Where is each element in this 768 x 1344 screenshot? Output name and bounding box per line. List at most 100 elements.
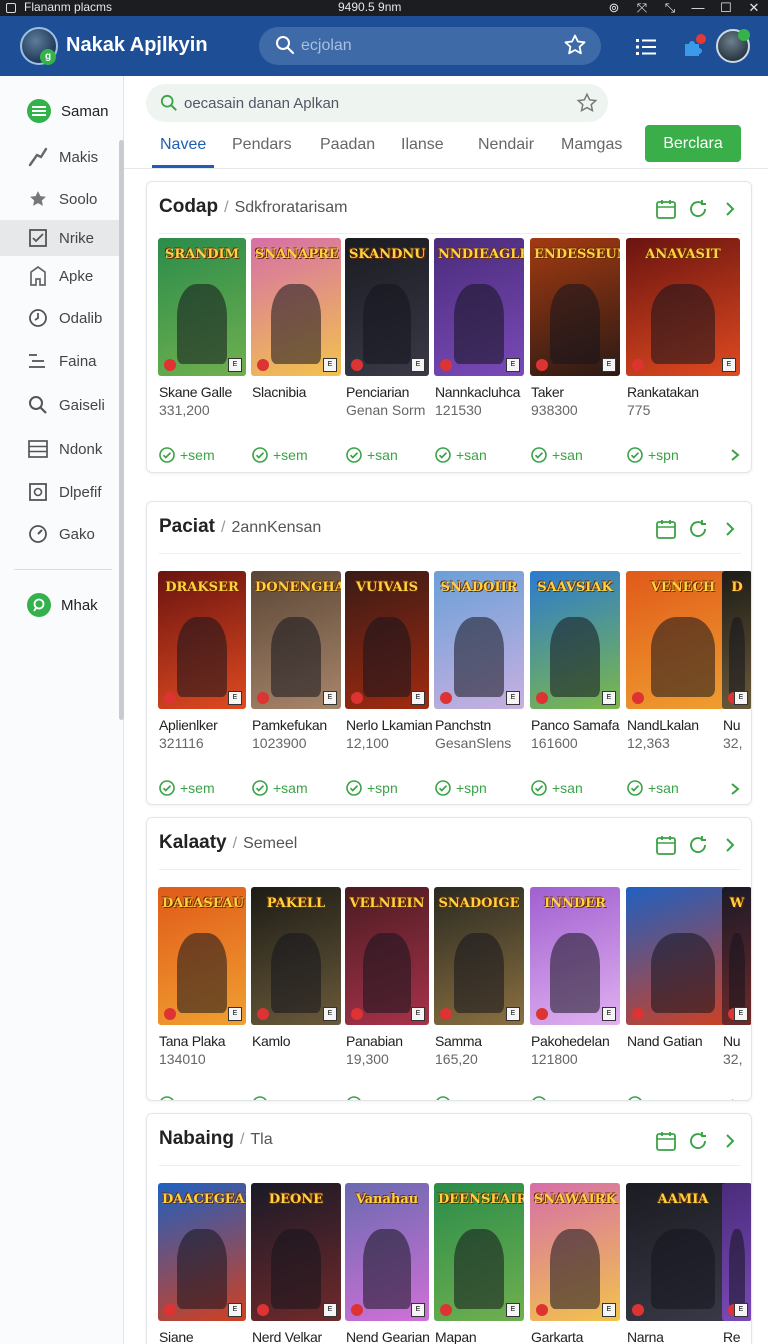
app-cover-art[interactable]: NNDIEAGLKAIN E [434, 238, 524, 376]
app-cover-art[interactable]: SAAVSIAK E [530, 571, 620, 709]
app-name[interactable]: Panchstn [435, 717, 491, 733]
install-button[interactable]: +sam [252, 779, 308, 797]
app-cover-art[interactable]: DAEASEAU E [158, 887, 246, 1025]
chevron-right-icon[interactable] [719, 834, 741, 856]
row-next-chevron[interactable] [729, 448, 741, 462]
app-name[interactable]: Nu [723, 1033, 741, 1049]
app-cover-art[interactable]: DEONE E [251, 1183, 341, 1321]
minimize-button[interactable]: — [690, 0, 706, 15]
install-button[interactable]: +san [435, 446, 487, 464]
app-cover-art[interactable]: DRAKSER E [158, 571, 246, 709]
app-name[interactable]: Narna [627, 1329, 664, 1344]
app-cover-art[interactable]: SRANDIM E [158, 238, 246, 376]
expand-icon[interactable]: ⤡ [662, 0, 678, 15]
sidebar-item-soolo[interactable]: Soolo [0, 181, 124, 217]
maximize-button[interactable]: ☐ [718, 0, 734, 15]
app-name[interactable]: Nerd Velkar [252, 1329, 322, 1344]
app-name[interactable]: Panabian [346, 1033, 403, 1049]
install-button[interactable]: +san [531, 446, 583, 464]
app-name[interactable]: Siane [159, 1329, 194, 1344]
tab-navee[interactable]: Navee [151, 136, 215, 168]
sidebar-item-odalib[interactable]: Odalib [0, 300, 124, 336]
app-cover-art[interactable]: Vanahau E [345, 1183, 429, 1321]
app-name[interactable]: Aplienlker [159, 717, 218, 733]
refresh-icon[interactable] [687, 1130, 709, 1152]
app-name[interactable]: Taker [531, 384, 564, 400]
close-button[interactable]: ✕ [746, 0, 762, 15]
chevron-right-icon[interactable] [719, 1130, 741, 1152]
record-icon[interactable]: ⊚ [606, 0, 622, 15]
tab-pendars[interactable]: Pendars [232, 136, 292, 168]
app-cover-art[interactable]: SKANDNU E [345, 238, 429, 376]
install-button[interactable]: +san [627, 1095, 679, 1100]
app-name[interactable]: Nannkacluhca [435, 384, 520, 400]
sidebar-item-gaiseli[interactable]: Gaiseli [0, 387, 124, 423]
app-cover-art[interactable]: SNADOIIR E [434, 571, 524, 709]
app-cover-art[interactable]: WE [722, 887, 751, 1025]
app-cover-art[interactable]: E [722, 1183, 751, 1321]
refresh-icon[interactable] [687, 198, 709, 220]
calendar-icon[interactable] [655, 834, 677, 856]
app-name[interactable]: Mapan [435, 1329, 477, 1344]
app-cover-art[interactable]: INNDER E [530, 887, 620, 1025]
install-button[interactable]: +san [531, 779, 583, 797]
install-button[interactable]: +sem [252, 446, 308, 464]
install-button[interactable]: +spn [531, 1095, 583, 1100]
filter-input[interactable] [184, 93, 564, 113]
sidebar-item-nrike[interactable]: Nrike [0, 220, 124, 256]
app-cover-art[interactable]: VELNIEIN E [345, 887, 429, 1025]
refresh-icon[interactable] [687, 518, 709, 540]
calendar-icon[interactable] [655, 1130, 677, 1152]
sidebar-item-ndonk[interactable]: Ndonk [0, 431, 124, 467]
list-icon[interactable] [636, 38, 656, 56]
filter-bar[interactable] [146, 84, 608, 122]
primary-action-button[interactable]: Berclara [645, 125, 741, 162]
star-icon[interactable] [576, 92, 598, 114]
app-cover-art[interactable]: SNADOIGE E [434, 887, 524, 1025]
app-name[interactable]: NandLkalan [627, 717, 699, 733]
app-name[interactable]: Penciarian [346, 384, 409, 400]
refresh-icon[interactable] [687, 834, 709, 856]
sidebar-item-dlpefif[interactable]: Dlpefif [0, 474, 124, 510]
install-button[interactable]: +spn [435, 1095, 487, 1100]
install-button[interactable]: +spn [627, 446, 679, 464]
app-name[interactable]: Samma [435, 1033, 482, 1049]
chevron-right-icon[interactable] [719, 518, 741, 540]
tab-paadan[interactable]: Paadan [320, 136, 375, 168]
install-button[interactable]: +sep [252, 1095, 304, 1100]
app-name[interactable]: Pakohedelan [531, 1033, 610, 1049]
install-button[interactable]: +sem [159, 446, 215, 464]
install-button[interactable]: +san [346, 1095, 398, 1100]
app-cover-art[interactable]: ANAVASIT E [626, 238, 740, 376]
app-cover-art[interactable]: PAKELL E [251, 887, 341, 1025]
sidebar-item-saman[interactable]: Saman [0, 93, 124, 129]
install-button[interactable]: +san [627, 779, 679, 797]
app-cover-art[interactable]: SNANAPRE E [251, 238, 341, 376]
app-name[interactable]: Nu [723, 717, 741, 733]
app-cover-art[interactable]: DEENSEAIR E [434, 1183, 524, 1321]
app-cover-art[interactable]: VUIVAIS E [345, 571, 429, 709]
app-name[interactable]: Pamkefukan [252, 717, 327, 733]
app-name[interactable]: Re [723, 1329, 741, 1344]
install-button[interactable]: +sem [159, 1095, 215, 1100]
app-cover-art[interactable]: ENDESSEUNI E [530, 238, 620, 376]
shuffle-icon[interactable]: ⤧ [634, 0, 650, 15]
app-name[interactable]: Tana Plaka [159, 1033, 226, 1049]
tab-nendair[interactable]: Nendair [478, 136, 534, 168]
star-icon[interactable] [563, 33, 587, 57]
app-name[interactable]: Rankatakan [627, 384, 699, 400]
sidebar-item-makis[interactable]: Makis [0, 139, 124, 175]
sidebar-item-apke[interactable]: Apke [0, 258, 124, 294]
chevron-right-icon[interactable] [719, 198, 741, 220]
app-name[interactable]: Panco Samafa [531, 717, 620, 733]
app-name[interactable]: Nerlo Lkamian [346, 717, 433, 733]
app-name[interactable]: Kamlo [252, 1033, 290, 1049]
install-button[interactable]: +spn [346, 779, 398, 797]
app-name[interactable]: Garkarta [531, 1329, 583, 1344]
sidebar-item-faina[interactable]: Faina [0, 343, 124, 379]
app-cover-art[interactable]: DAACEGEAII E [158, 1183, 246, 1321]
row-next-chevron[interactable] [729, 782, 741, 796]
tab-ilanse[interactable]: Ilanse [401, 136, 444, 168]
app-cover-art[interactable]: DE [722, 571, 751, 709]
calendar-icon[interactable] [655, 518, 677, 540]
